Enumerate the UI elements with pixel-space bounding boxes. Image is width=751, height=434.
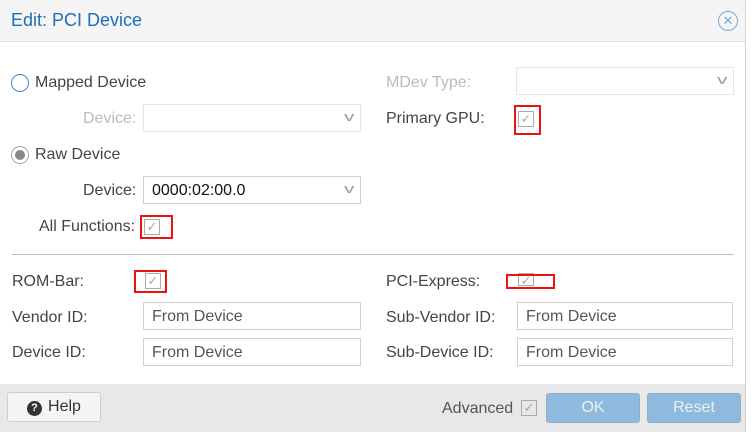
mapped-device-label: Mapped Device — [35, 74, 147, 91]
sub-vendor-id-label: Sub-Vendor ID: — [386, 309, 496, 326]
help-button[interactable]: ? Help — [7, 392, 101, 422]
sub-device-id-input[interactable]: From Device — [517, 338, 733, 366]
primary-gpu-label: Primary GPU: — [386, 110, 485, 127]
sub-device-id-label: Sub-Device ID: — [386, 344, 494, 361]
device-id-input[interactable]: From Device — [143, 338, 361, 366]
dialog-footer: ? Help Advanced ✓ OK Reset — [0, 384, 745, 432]
highlight-box — [134, 270, 167, 293]
advanced-checkbox[interactable]: ✓ — [521, 400, 537, 416]
highlight-box — [506, 274, 555, 289]
edit-pci-device-dialog: Edit: PCI Device ✕ Mapped Device Device:… — [0, 0, 746, 432]
chevron-down-icon: v — [343, 181, 354, 196]
chevron-down-icon: v — [343, 109, 354, 124]
rom-bar-label: ROM-Bar: — [12, 273, 84, 290]
help-icon: ? — [27, 401, 43, 416]
chevron-down-icon: v — [716, 72, 727, 87]
mapped-device-device-label: Device: — [83, 110, 137, 127]
mdev-type-label: MDev Type: — [386, 74, 472, 91]
device-id-label: Device ID: — [12, 344, 86, 361]
reset-button[interactable]: Reset — [647, 393, 741, 423]
divider — [12, 254, 734, 255]
vendor-id-label: Vendor ID: — [12, 309, 88, 326]
raw-device-device-label: Device: — [83, 182, 137, 199]
raw-device-select[interactable]: 0000:02:00.0 v — [143, 176, 361, 204]
highlight-box — [514, 105, 541, 135]
raw-device-label: Raw Device — [35, 146, 121, 163]
mapped-device-radio[interactable] — [11, 74, 29, 92]
pci-express-label: PCI-Express: — [386, 273, 481, 290]
raw-device-radio[interactable] — [11, 146, 29, 164]
vendor-id-input[interactable]: From Device — [143, 302, 361, 330]
mapped-device-select: v — [143, 104, 361, 132]
sub-vendor-id-input[interactable]: From Device — [517, 302, 733, 330]
advanced-label: Advanced — [442, 400, 514, 417]
mdev-type-select: v — [516, 67, 734, 95]
close-icon[interactable]: ✕ — [718, 11, 738, 31]
highlight-box — [140, 215, 173, 239]
dialog-header: Edit: PCI Device ✕ — [0, 0, 745, 42]
dialog-title: Edit: PCI Device — [11, 10, 143, 30]
ok-button[interactable]: OK — [546, 393, 640, 423]
all-functions-label: All Functions: — [39, 218, 136, 235]
